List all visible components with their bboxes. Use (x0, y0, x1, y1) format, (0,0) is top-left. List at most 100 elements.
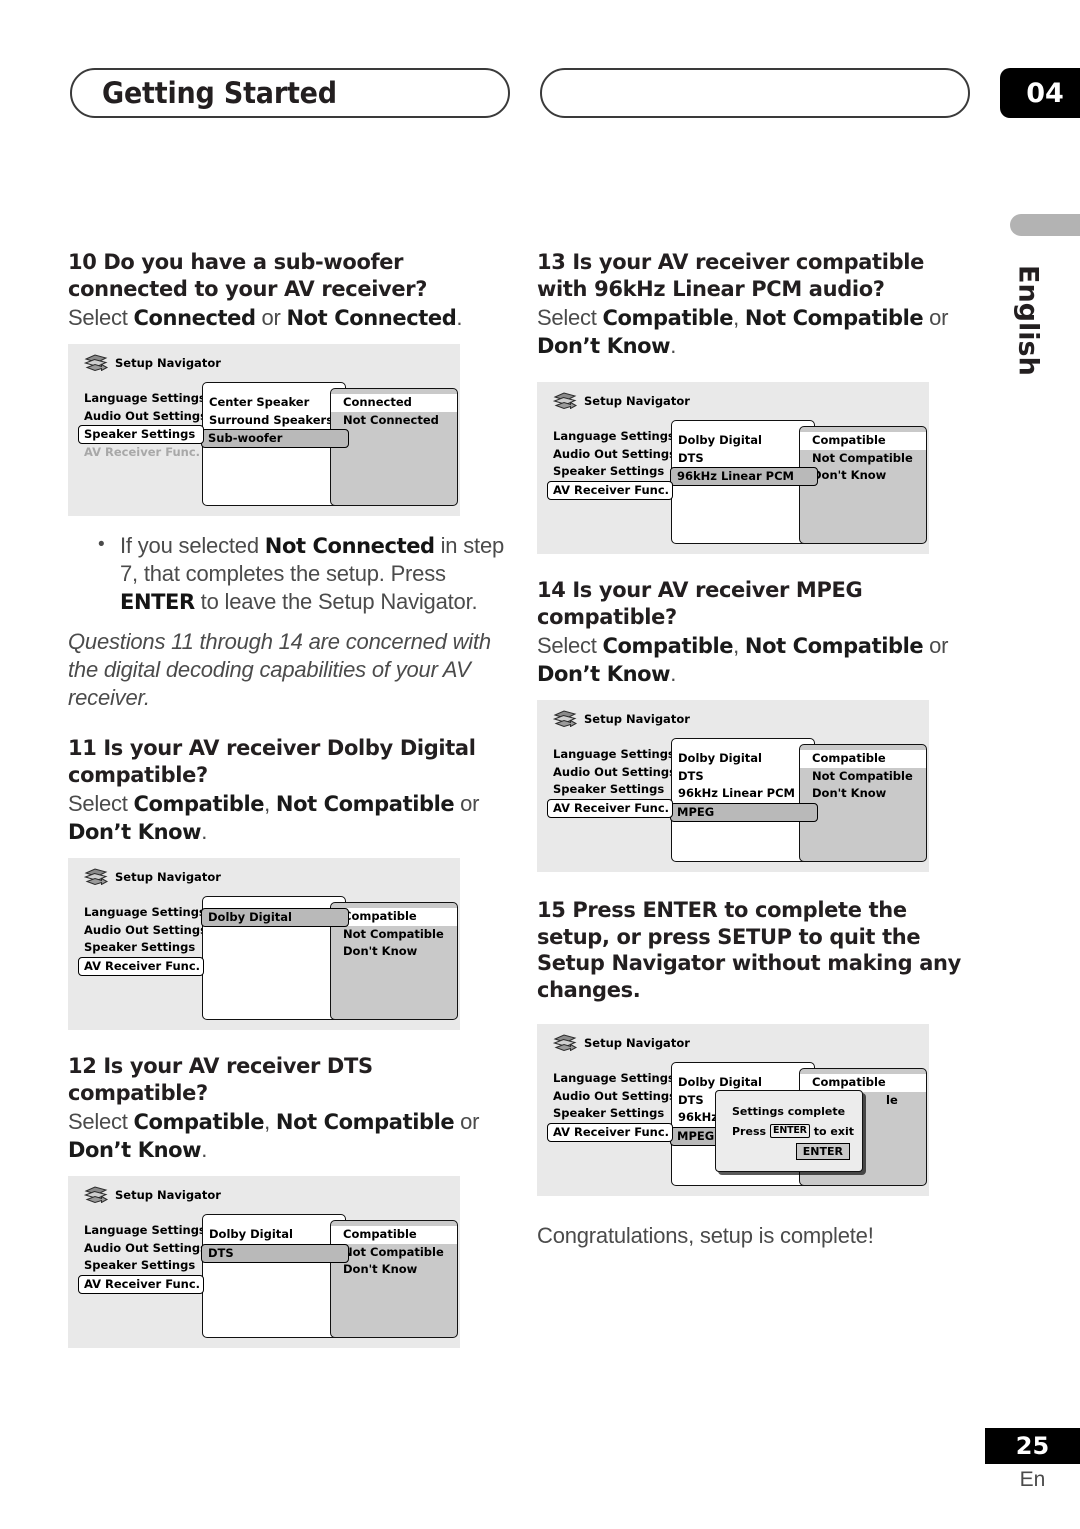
osd-options-panel: Compatible Not Compatible Don't Know (330, 902, 458, 1020)
joiner: or (923, 305, 949, 330)
bullet-bold-enter: ENTER (120, 590, 195, 614)
osd-menu-item-audio-out-settings: Audio Out Settings (553, 1088, 676, 1103)
osd-option-selected: Compatible (800, 432, 926, 450)
left-column: 10 Do you have a sub-woofer connected to … (68, 250, 508, 1348)
select-prefix: Select (68, 305, 134, 330)
setup-navigator-icon (84, 1186, 109, 1203)
question-11-instruction: Select Compatible, Not Compatible or Don… (68, 790, 508, 846)
osd-mid-row-selected: Dolby Digital (201, 908, 349, 927)
osd-mid-row: 96kHz Linear PCM (678, 786, 795, 800)
osd-window-title-bar: Setup Navigator (553, 392, 690, 409)
osd-menu-list: Language Settings Audio Out Settings Spe… (78, 390, 207, 462)
dialog-enter-button[interactable]: ENTER (795, 1143, 850, 1160)
osd-mid-row: DTS (678, 768, 704, 783)
right-column: 13 Is your AV receiver compatible with 96… (537, 250, 977, 1250)
period: . (456, 305, 463, 330)
italic-note: Questions 11 through 14 are concerned wi… (68, 629, 491, 710)
language-tab-bar (1010, 214, 1080, 236)
page-title: Getting Started (102, 76, 337, 110)
osd-mid-row: Surround Speakers (209, 412, 334, 427)
question-12-instruction: Select Compatible, Not Compatible or Don… (68, 1108, 508, 1164)
osd-options-panel: Compatible Not Compatible Don't Know (330, 1220, 458, 1338)
osd-menu-item-audio-out-settings: Audio Out Settings (84, 1240, 207, 1255)
osd-window-title: Setup Navigator (584, 393, 690, 408)
language-tab-label: English (1012, 264, 1044, 376)
osd-menu-item-language-settings: Language Settings (84, 391, 206, 405)
osd-window-title: Setup Navigator (115, 355, 221, 370)
setup-navigator-icon (553, 710, 578, 727)
osd-menu-item-av-receiver-func: AV Receiver Func. (547, 1122, 673, 1142)
page-number-box: 25 (985, 1428, 1080, 1464)
comma: , (264, 1109, 276, 1134)
question-13-number: 13 (537, 250, 566, 275)
question-14-heading: 14 Is your AV receiver MPEG compatible? (537, 578, 966, 631)
osd-window-title: Setup Navigator (584, 711, 690, 726)
osd-menu-item-av-receiver-func: AV Receiver Func. (78, 1274, 204, 1294)
osd-window-title-bar: Setup Navigator (553, 710, 690, 727)
question-11-title: Is your AV receiver Dolby Digital compat… (68, 736, 476, 788)
question-10-instruction: Select Connected or Not Connected. (68, 304, 508, 332)
option-compatible: Compatible (602, 634, 734, 658)
osd-mid-row: Dolby Digital (678, 433, 762, 447)
page-title-pill: Getting Started (70, 68, 510, 118)
osd-menu-list: Language Settings Audio Out Settings Spe… (78, 904, 207, 976)
osd-middle-panel: Dolby Digital DTS 96kHz Linear PCM (670, 420, 818, 544)
option-dont-know: Don’t Know (68, 820, 202, 844)
setup-navigator-icon (84, 354, 109, 371)
settings-complete-dialog: Settings complete Press ENTER to exit EN… (715, 1090, 863, 1172)
osd-menu-item-speaker-settings: Speaker Settings (78, 425, 204, 444)
osd-menu-item-audio-out-settings: Audio Out Settings (553, 764, 676, 779)
period: . (201, 819, 208, 844)
period: . (670, 333, 677, 358)
osd-options-panel: Compatible Not Compatible Don't Know (799, 744, 927, 862)
osd-menu-item-audio-out-settings: Audio Out Settings (84, 408, 207, 423)
osd-menu-item-av-receiver-func: AV Receiver Func. (547, 798, 673, 818)
osd-option: Not Compatible (812, 450, 913, 465)
osd-option: Don't Know (812, 468, 887, 482)
osd-screenshot-q14: Setup Navigator Language Settings Audio … (537, 700, 929, 872)
option-dont-know: Don’t Know (537, 334, 671, 358)
joiner: or (454, 791, 480, 816)
osd-options-panel: Connected Not Connected (330, 388, 458, 506)
period: . (670, 661, 677, 686)
osd-mid-row: Dolby Digital (209, 1227, 293, 1241)
language-tab: English (1008, 250, 1048, 390)
osd-option: Don't Know (343, 1262, 418, 1276)
question-10-title: Do you have a sub-woofer connected to yo… (68, 250, 428, 302)
dialog-press-text: Press (732, 1124, 767, 1138)
question-11-heading: 11 Is your AV receiver Dolby Digital comp… (68, 736, 497, 789)
osd-menu-item-language-settings: Language Settings (84, 905, 206, 919)
osd-options-panel: Compatible Not Compatible Don't Know (799, 426, 927, 544)
osd-mid-row: Dolby Digital (678, 1075, 762, 1089)
dialog-line-2: Press ENTER to exit (732, 1124, 854, 1138)
question-10-heading: 10 Do you have a sub-woofer connected to … (68, 250, 497, 303)
option-not-compatible: Not Compatible (744, 634, 924, 658)
osd-option-selected: Compatible (331, 908, 457, 926)
chapter-number: 04 (1026, 77, 1064, 109)
osd-menu-item-language-settings: Language Settings (553, 429, 675, 443)
osd-option-selected: Compatible (800, 750, 926, 768)
page-language-code: En (1019, 1468, 1046, 1491)
dialog-exit-text: to exit (813, 1124, 855, 1138)
osd-menu-item-speaker-settings: Speaker Settings (553, 464, 665, 478)
setup-navigator-icon (553, 1034, 578, 1051)
comma: , (733, 305, 745, 330)
osd-menu-list: Language Settings Audio Out Settings Spe… (547, 428, 676, 500)
bullet-text-3: to leave the Setup Navigator. (194, 589, 478, 614)
select-prefix: Select (537, 305, 603, 330)
joiner: or (454, 1109, 480, 1134)
question-13-heading: 13 Is your AV receiver compatible with 96… (537, 250, 966, 303)
select-prefix: Select (68, 1109, 134, 1134)
osd-mid-row: DTS (678, 450, 704, 465)
osd-middle-panel: Center Speaker Surround Speakers Sub-woo… (201, 382, 349, 506)
osd-menu-item-speaker-settings: Speaker Settings (84, 1258, 196, 1272)
question-11-number: 11 (68, 736, 97, 761)
bullet-not-connected: If you selected Not Connected in step 7,… (68, 531, 508, 616)
osd-menu-item-speaker-settings: Speaker Settings (553, 782, 665, 796)
joiner: or (255, 305, 287, 330)
option-dont-know: Don’t Know (537, 662, 671, 686)
osd-mid-row-selected: Sub-woofer (201, 429, 349, 448)
osd-option: Not Compatible (343, 926, 444, 941)
osd-menu-item-av-receiver-func: AV Receiver Func. (78, 956, 204, 976)
osd-option-selected: Compatible (800, 1074, 926, 1092)
